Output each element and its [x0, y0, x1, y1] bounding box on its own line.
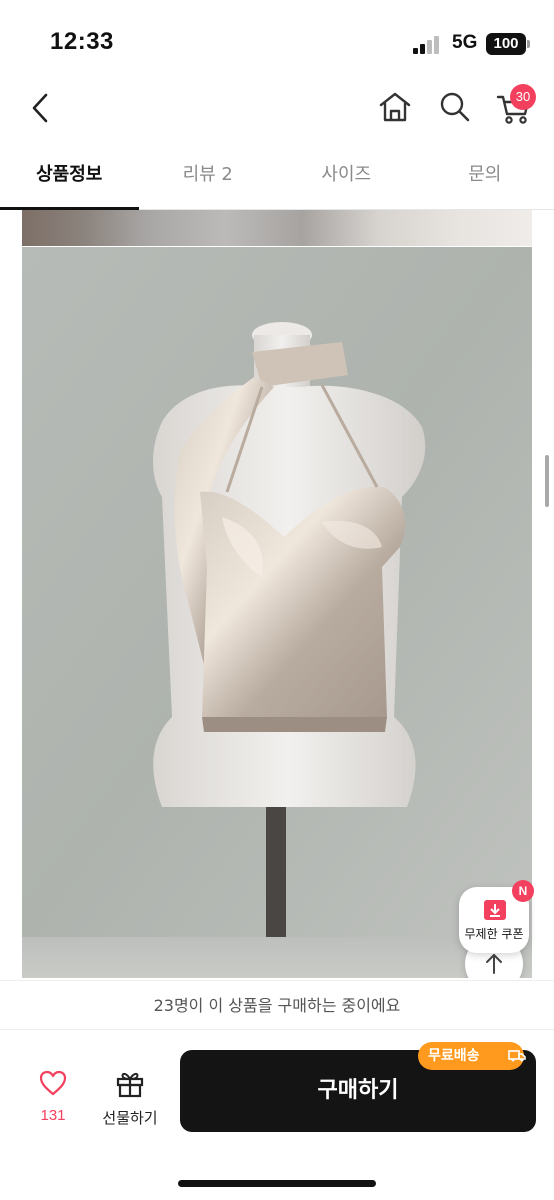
chevron-left-icon[interactable] [24, 90, 60, 126]
battery-level: 100 [486, 33, 526, 55]
product-photo [22, 247, 532, 937]
product-content: 무제한 쿠폰 N [0, 210, 554, 978]
previous-product-photo [22, 210, 532, 246]
free-shipping-label: 무료배송 [428, 1048, 480, 1064]
battery-icon [527, 40, 530, 48]
heart-icon [39, 1070, 67, 1096]
truck-icon [508, 1050, 526, 1062]
bottom-action-bar: 131 선물하기 구매하기 무료배송 [0, 1031, 554, 1200]
status-bar: 12:33 5G 100 [0, 0, 554, 80]
tab-size[interactable]: 사이즈 [277, 150, 416, 209]
cart-count-badge: 30 [510, 84, 536, 110]
tab-product-info[interactable]: 상품정보 [0, 150, 139, 210]
product-detail-screen: 12:33 5G 100 30 상품정보 리뷰 2 사이즈 문의 무제한 쿠폰 … [0, 0, 554, 1200]
arrow-up-icon [486, 954, 502, 974]
free-shipping-badge: 무료배송 [418, 1042, 526, 1070]
like-count: 131 [40, 1107, 66, 1124]
signal-icon [413, 36, 443, 54]
status-time: 12:33 [50, 28, 114, 55]
home-icon[interactable] [376, 88, 414, 126]
gift-label: 선물하기 [102, 1109, 158, 1127]
gift-icon [116, 1072, 144, 1098]
coupon-new-badge: N [512, 880, 534, 902]
tab-bar: 상품정보 리뷰 2 사이즈 문의 [0, 150, 554, 210]
product-photo-bottom [22, 937, 532, 978]
network-type: 5G [452, 32, 478, 53]
coupon-label: 무제한 쿠폰 [464, 927, 524, 941]
tab-inquiry[interactable]: 문의 [416, 150, 554, 209]
home-indicator [178, 1180, 376, 1187]
purchase-activity-notice: 23명이 이 상품을 구매하는 중이에요 [0, 980, 554, 1030]
coupon-download-icon [484, 900, 506, 920]
top-nav: 30 [0, 80, 554, 140]
scrollbar[interactable] [545, 455, 549, 507]
like-button[interactable]: 131 [28, 1065, 78, 1125]
tab-reviews[interactable]: 리뷰 2 [139, 150, 278, 209]
gift-button[interactable]: 선물하기 [96, 1065, 164, 1127]
product-photo-illustration [22, 247, 532, 937]
search-icon[interactable] [436, 88, 474, 126]
